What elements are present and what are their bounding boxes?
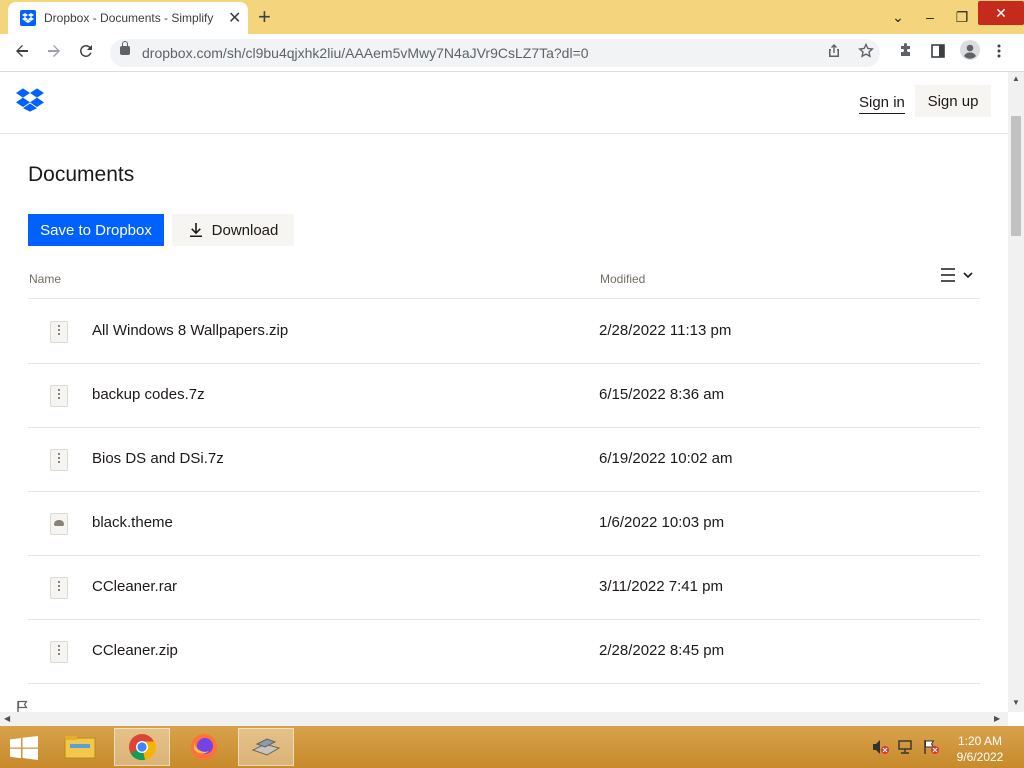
firefox-icon[interactable] [176,728,232,766]
browser-tab[interactable]: Dropbox - Documents - Simplify ✕ [8,2,248,34]
bookmark-star-icon[interactable] [858,42,874,63]
file-row[interactable]: All Windows 8 Wallpapers.zip 2/28/2022 11… [28,299,980,364]
clock-date: 9/6/2022 [956,750,1004,764]
file-row[interactable]: backup codes.7z 6/15/2022 8:36 am [28,363,980,428]
scroll-left-icon[interactable]: ◀ [4,714,10,723]
column-header-name[interactable]: Name [29,272,61,286]
zip-file-icon [50,449,68,471]
sign-up-button[interactable]: Sign up [915,85,991,117]
profile-icon[interactable] [960,40,980,65]
sign-in-link[interactable]: Sign in [859,94,905,114]
download-icon [189,223,202,237]
extensions-icon[interactable] [898,43,914,64]
view-toggle[interactable] [940,268,974,282]
file-modified: 6/19/2022 10:02 am [599,450,733,467]
forward-icon[interactable] [42,41,66,65]
address-bar[interactable]: dropbox.com/sh/cl9bu4qjxhk2liu/AAAem5vMw… [110,39,880,67]
file-name[interactable]: All Windows 8 Wallpapers.zip [92,322,288,339]
windows-start-icon[interactable] [10,736,38,765]
file-modified: 3/11/2022 7:41 pm [599,578,723,595]
zip-file-icon [50,577,68,599]
system-clock[interactable]: 1:20 AM 9/6/2022 [950,733,1010,765]
file-modified: 2/28/2022 11:13 pm [599,322,732,339]
scroll-down-icon[interactable]: ▼ [1012,698,1020,707]
file-name[interactable]: CCleaner.zip [92,642,178,659]
minimize-button[interactable]: – [914,9,946,25]
window-controls: ⌄ – ❐ ✕ [882,0,1024,34]
new-tab-button[interactable]: + [258,4,271,30]
report-flag-icon[interactable] [16,700,28,712]
network-icon[interactable] [897,739,915,758]
lock-icon[interactable] [120,41,130,55]
share-icon[interactable] [826,43,842,63]
browser-toolbar: dropbox.com/sh/cl9bu4qjxhk2liu/AAAem5vMw… [0,34,1024,72]
zip-file-icon [50,321,68,343]
scroll-up-icon[interactable]: ▲ [1012,74,1020,83]
page-content: Sign in Sign up Documents Save to Dropbo… [0,72,1008,712]
zip-file-icon [50,641,68,663]
theme-file-icon [50,513,68,535]
menu-icon[interactable] [996,43,1002,64]
horizontal-scrollbar[interactable]: ◀ ▶ [0,712,1008,726]
file-row[interactable]: CCleaner.zip 2/28/2022 8:45 pm [28,619,980,684]
site-header: Sign in Sign up [0,72,1008,134]
chevron-down-icon [963,272,973,279]
file-name[interactable]: CCleaner.rar [92,578,177,595]
url-text[interactable]: dropbox.com/sh/cl9bu4qjxhk2liu/AAAem5vMw… [142,45,589,61]
file-row[interactable]: Bios DS and DSi.7z 6/19/2022 10:02 am [28,427,980,492]
file-name[interactable]: black.theme [92,514,173,531]
save-to-dropbox-button[interactable]: Save to Dropbox [28,214,164,246]
tab-close-icon[interactable]: ✕ [228,8,241,28]
action-center-icon[interactable] [922,739,940,758]
zip-file-icon [50,385,68,407]
file-modified: 1/6/2022 10:03 pm [599,514,725,531]
browser-tabstrip: Dropbox - Documents - Simplify ✕ + ⌄ – ❐… [0,0,1024,34]
vertical-scrollbar[interactable]: ▲ ▼ [1008,72,1024,712]
reload-icon[interactable] [74,41,98,65]
tab-search-icon[interactable]: ⌄ [882,9,914,26]
file-explorer-icon[interactable] [52,728,108,766]
download-button[interactable]: Download [172,214,294,246]
tab-title: Dropbox - Documents - Simplify [44,11,214,25]
dropbox-logo-icon[interactable] [16,88,44,117]
scroll-right-icon[interactable]: ▶ [994,714,1000,723]
page-title: Documents [28,163,135,186]
download-label: Download [211,221,279,239]
file-row[interactable]: CCleaner.rar 3/11/2022 7:41 pm [28,555,980,620]
dropbox-favicon [20,10,36,26]
file-name[interactable]: backup codes.7z [92,386,205,403]
sidepanel-icon[interactable] [930,43,946,64]
back-icon[interactable] [10,41,34,65]
close-window-button[interactable]: ✕ [978,1,1024,25]
volume-muted-icon[interactable] [872,739,890,758]
file-row[interactable]: black.theme 1/6/2022 10:03 pm [28,491,980,556]
column-header-modified[interactable]: Modified [600,272,645,286]
restore-button[interactable]: ❐ [946,9,978,26]
file-modified: 2/28/2022 8:45 pm [599,642,725,659]
chrome-icon[interactable] [114,728,170,766]
clock-time: 1:20 AM [957,734,1003,748]
scrollbar-thumb[interactable] [1011,116,1021,236]
windows-taskbar: 1:20 AM 9/6/2022 [0,726,1024,768]
app-icon[interactable] [238,728,294,766]
list-view-icon [941,268,955,282]
file-modified: 6/15/2022 8:36 am [599,386,725,403]
file-name[interactable]: Bios DS and DSi.7z [92,450,224,467]
